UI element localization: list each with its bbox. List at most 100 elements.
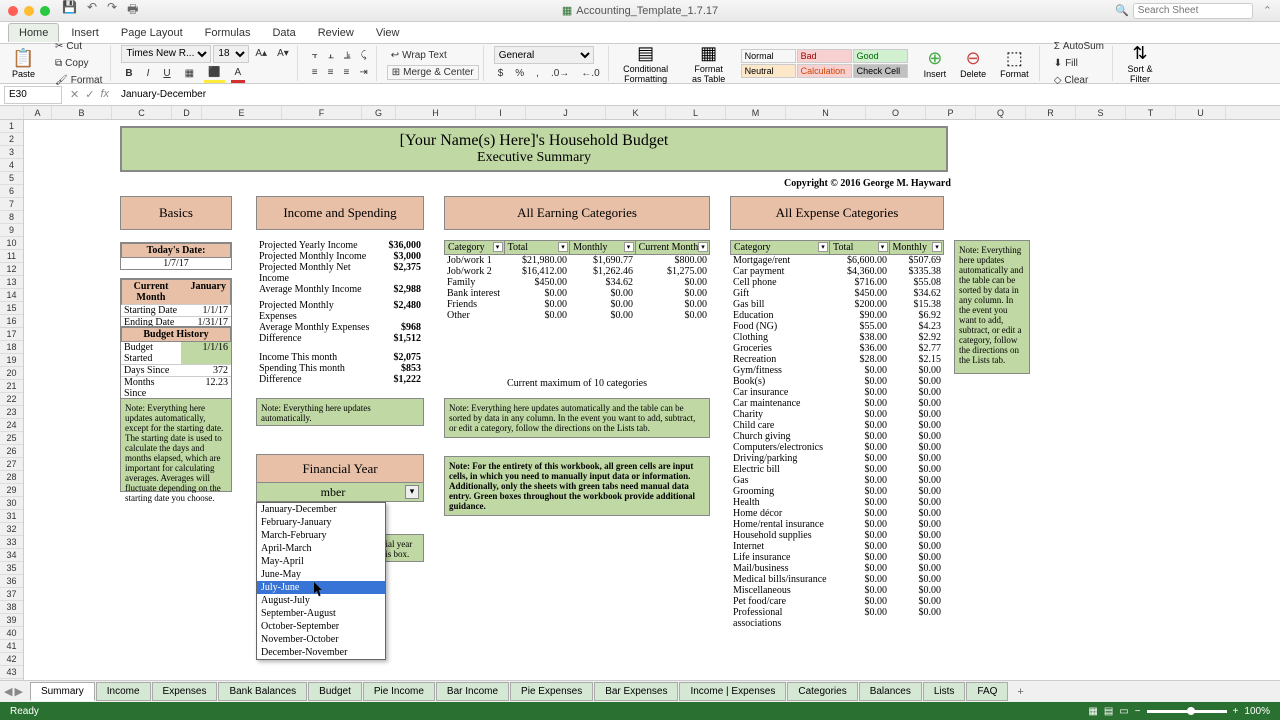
sheet-tab-lists[interactable]: Lists — [923, 682, 966, 701]
add-sheet-button[interactable]: + — [1009, 686, 1031, 698]
sheet-tab-income[interactable]: Income — [96, 682, 151, 701]
fy-option[interactable]: April-March — [257, 542, 385, 555]
filter-arrow-icon[interactable]: ▾ — [932, 242, 942, 252]
font-size-select[interactable]: 18 — [213, 45, 249, 63]
sheet-tab-pie-income[interactable]: Pie Income — [363, 682, 435, 701]
sheet-tab-bank-balances[interactable]: Bank Balances — [218, 682, 307, 701]
filter-arrow-icon[interactable]: ▾ — [698, 242, 708, 252]
decrease-font-button[interactable]: A▾ — [273, 45, 293, 63]
sheet-tab-bar-income[interactable]: Bar Income — [436, 682, 509, 701]
financial-year-select[interactable]: mber ▾ — [256, 482, 424, 502]
autosum-button[interactable]: Σ AutoSum — [1050, 39, 1108, 54]
fy-option[interactable]: February-January — [257, 516, 385, 529]
fy-option[interactable]: August-July — [257, 594, 385, 607]
italic-button[interactable]: I — [143, 65, 154, 83]
insert-cells-button[interactable]: ⊕Insert — [918, 46, 953, 81]
copy-button[interactable]: ⧉Copy — [51, 56, 106, 71]
sheet-tab-categories[interactable]: Categories — [787, 682, 857, 701]
column-headers[interactable]: ABCDEFGHIJKLMNOPQRSTU — [0, 106, 1280, 120]
sheet-tab-faq[interactable]: FAQ — [966, 682, 1008, 701]
fy-option[interactable]: June-May — [257, 568, 385, 581]
fy-option[interactable]: November-October — [257, 633, 385, 646]
tab-review[interactable]: Review — [308, 24, 364, 42]
sheet-nav[interactable]: ◀▶ — [4, 685, 23, 698]
filter-arrow-icon[interactable]: ▾ — [878, 242, 888, 252]
underline-button[interactable]: U — [159, 65, 174, 83]
zoom-in-button[interactable]: + — [1233, 706, 1239, 717]
font-family-select[interactable]: Times New R... — [121, 45, 211, 63]
row-headers[interactable]: 1234567891011121314151617181920212223242… — [0, 120, 24, 680]
tab-view[interactable]: View — [366, 24, 410, 42]
format-cells-button[interactable]: ⬚Format — [994, 46, 1035, 81]
font-color-button[interactable]: A — [231, 65, 246, 83]
fy-option[interactable]: March-February — [257, 529, 385, 542]
expense-table[interactable]: Category▾Total▾Monthly▾Mortgage/rent$6,6… — [730, 240, 944, 629]
comma-button[interactable]: , — [532, 66, 543, 81]
name-box[interactable] — [4, 86, 62, 104]
sheet-tab-budget[interactable]: Budget — [308, 682, 362, 701]
sheet-tab-balances[interactable]: Balances — [859, 682, 922, 701]
financial-year-dropdown[interactable]: January-DecemberFebruary-JanuaryMarch-Fe… — [256, 502, 386, 660]
delete-cells-button[interactable]: ⊖Delete — [954, 46, 992, 81]
currency-button[interactable]: $ — [494, 66, 508, 81]
align-center-button[interactable]: ≡ — [324, 65, 338, 80]
increase-font-button[interactable]: A▴ — [251, 45, 271, 63]
ribbon-toggle-icon[interactable]: ⌃ — [1263, 4, 1272, 17]
decrease-decimal-button[interactable]: ←.0 — [577, 66, 603, 81]
fill-button[interactable]: ⬇ Fill — [1050, 56, 1108, 71]
zoom-slider[interactable] — [1147, 710, 1227, 713]
cancel-formula-icon[interactable]: ✕ — [70, 88, 79, 101]
tab-formulas[interactable]: Formulas — [195, 24, 261, 42]
bold-button[interactable]: B — [121, 65, 136, 83]
align-middle-button[interactable]: ⫠ — [324, 48, 338, 63]
filter-arrow-icon[interactable]: ▾ — [624, 242, 634, 252]
page-break-view-icon[interactable]: ▭ — [1119, 706, 1128, 717]
fy-option[interactable]: January-December — [257, 503, 385, 516]
enter-formula-icon[interactable]: ✓ — [85, 88, 94, 101]
spreadsheet-grid[interactable]: ABCDEFGHIJKLMNOPQRSTU 123456789101112131… — [0, 106, 1280, 680]
align-left-button[interactable]: ≡ — [308, 65, 322, 80]
page-layout-view-icon[interactable]: ▤ — [1104, 706, 1113, 717]
indent-button[interactable]: ⇥ — [355, 65, 371, 80]
number-format-select[interactable]: General — [494, 46, 594, 64]
fy-option[interactable]: October-September — [257, 620, 385, 633]
merge-center-button[interactable]: ⊞Merge & Center — [387, 65, 479, 80]
earning-table[interactable]: Category▾Total▾Monthly▾Current Month▾Job… — [444, 240, 710, 321]
fx-icon[interactable]: fx — [100, 88, 109, 101]
zoom-out-button[interactable]: − — [1135, 706, 1141, 717]
filter-arrow-icon[interactable]: ▾ — [558, 242, 568, 252]
filter-arrow-icon[interactable]: ▾ — [493, 242, 503, 252]
sheet-tab-bar-expenses[interactable]: Bar Expenses — [594, 682, 678, 701]
wrap-text-button[interactable]: ↩Wrap Text — [387, 48, 479, 63]
orientation-button[interactable]: ⤹ — [357, 48, 371, 63]
percent-button[interactable]: % — [511, 66, 528, 81]
sheet-tab-expenses[interactable]: Expenses — [152, 682, 218, 701]
sheet-tab-pie-expenses[interactable]: Pie Expenses — [510, 682, 593, 701]
fill-color-button[interactable]: ⬛ — [204, 65, 224, 83]
align-bottom-button[interactable]: ⫡ — [340, 48, 355, 63]
border-button[interactable]: ▦ — [181, 65, 198, 83]
conditional-formatting-button[interactable]: ▤Conditional Formatting — [615, 41, 677, 86]
quick-access-toolbar[interactable]: 💾↶↷🖶 — [62, 0, 138, 21]
sort-filter-button[interactable]: ⇅Sort & Filter — [1119, 41, 1161, 86]
cut-button[interactable]: ✂Cut — [51, 39, 106, 54]
sheet-tab-income---expenses[interactable]: Income | Expenses — [679, 682, 786, 701]
increase-decimal-button[interactable]: .0→ — [547, 66, 573, 81]
fy-option[interactable]: May-April — [257, 555, 385, 568]
sheet-tab-summary[interactable]: Summary — [30, 682, 95, 701]
filter-arrow-icon[interactable]: ▾ — [818, 242, 828, 252]
fy-option[interactable]: December-November — [257, 646, 385, 659]
normal-view-icon[interactable]: ▦ — [1088, 706, 1097, 717]
tab-data[interactable]: Data — [262, 24, 305, 42]
tab-page-layout[interactable]: Page Layout — [111, 24, 193, 42]
formula-input[interactable] — [117, 86, 1280, 104]
traffic-lights[interactable] — [8, 6, 50, 16]
paste-button[interactable]: 📋Paste — [6, 46, 41, 81]
cell-styles[interactable]: Normal Bad Good Neutral Calculation Chec… — [741, 49, 908, 78]
zoom-level[interactable]: 100% — [1244, 706, 1270, 717]
format-as-table-button[interactable]: ▦Format as Table — [683, 41, 735, 86]
align-top-button[interactable]: ⫟ — [308, 48, 322, 63]
fy-option[interactable]: September-August — [257, 607, 385, 620]
align-right-button[interactable]: ≡ — [339, 65, 353, 80]
fy-option[interactable]: July-June — [257, 581, 385, 594]
